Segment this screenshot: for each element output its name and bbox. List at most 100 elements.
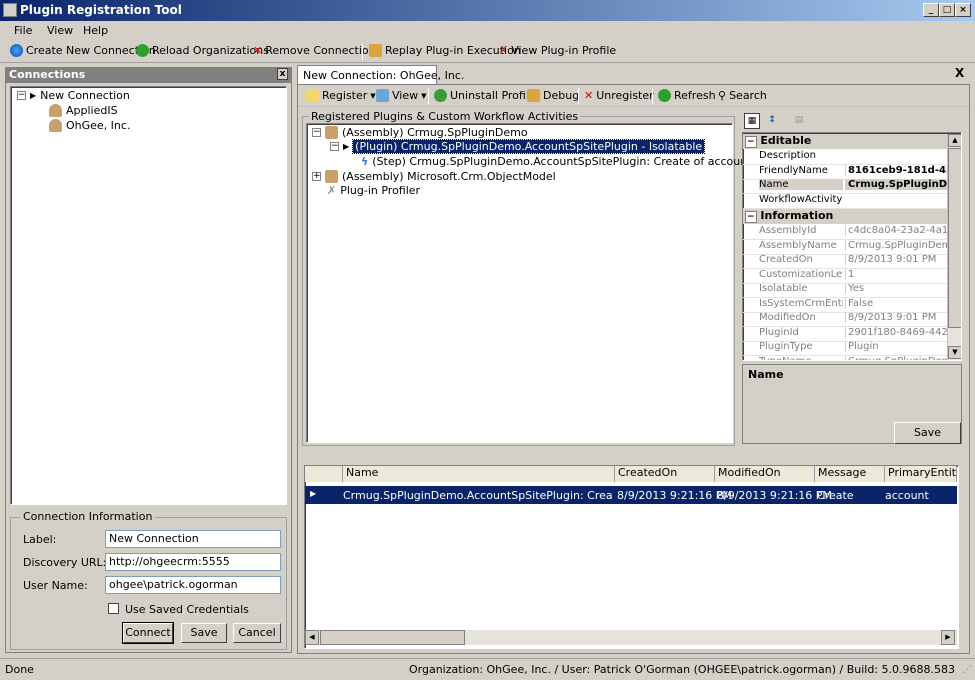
column-createdon[interactable]: CreatedOn [615,466,715,482]
property-name: ModifiedOn [759,312,816,323]
property-value[interactable]: Crmug.SpPluginDemo [845,239,947,251]
unregister-button[interactable]: ✕ Unregister [584,89,654,102]
user-name-field[interactable]: ohgee\patrick.ogorman [105,576,281,594]
debug-button[interactable]: Debug [527,89,579,102]
column-name[interactable]: Name [343,466,615,482]
close-button[interactable]: × [955,3,971,17]
property-value[interactable]: 2901f180-8469-4423-bb [845,326,947,338]
menu-bar: File View Help [0,21,975,40]
label-label: Label: [23,533,57,546]
tree-node-plugin-profiler[interactable]: ✗ Plug-in Profiler [327,184,420,197]
resize-grip-icon[interactable]: ⋰ [963,665,972,675]
column-modifiedon[interactable]: ModifiedOn [715,466,815,482]
refresh-button[interactable]: Refresh [658,89,716,102]
tree-node-new-connection[interactable]: − ▶ New Connection [17,89,130,102]
expand-icon[interactable]: + [312,172,321,181]
search-icon: ⚲ [718,89,727,102]
tree-node-plugin[interactable]: − ▶ (Plugin) Crmug.SpPluginDemo.AccountS… [330,139,706,154]
property-row[interactable]: CustomizationLevel1 [743,268,947,284]
property-row[interactable]: WorkflowActivityGr [743,194,947,209]
toolbar-separator [652,88,653,104]
tree-node-ohgee[interactable]: OhGee, Inc. [49,119,130,132]
tree-node-step[interactable]: ϟ (Step) Crmug.SpPluginDemo.AccountSpSit… [361,155,752,168]
connections-header: Connections x [6,68,291,83]
property-value[interactable]: 8/9/2013 9:01 PM [845,254,947,265]
property-value[interactable]: 1 [845,268,947,280]
property-value[interactable]: Crmug.SpPluginDemo.A [845,355,947,360]
property-row[interactable]: NameCrmug.SpPluginDem [743,179,947,194]
property-name: Isolatable [759,283,808,294]
discovery-url-field[interactable]: http://ohgeecrm:5555 [105,553,281,571]
property-row[interactable]: TypeName Crmug.SpPluginDemo.A [743,355,947,360]
property-row[interactable]: IsSystemCrmEntityFalse [743,297,947,313]
save-connection-button[interactable]: Save [181,623,227,643]
assembly-icon [325,126,338,139]
scroll-left-icon[interactable]: ◀ [305,630,319,645]
property-value[interactable]: Plugin [845,341,947,352]
property-value[interactable]: 8161ceb9-181d-43b [845,164,947,176]
menu-view[interactable]: View [47,24,73,37]
collapse-icon[interactable]: − [17,91,26,100]
grid-row-header [305,466,343,482]
minimize-button[interactable]: _ [923,3,939,17]
scroll-thumb[interactable] [948,148,961,328]
category-editable[interactable]: − Editable [743,134,947,149]
menu-file[interactable]: File [14,24,32,37]
h-scroll-thumb[interactable] [320,630,465,645]
remove-connection-button[interactable]: ✕ Remove Connection [253,44,376,57]
property-row[interactable]: PluginId 2901f180-8469-4423-bb [743,326,947,342]
property-row[interactable]: AssemblyId c4dc8a04-23a2-4a16-b [743,225,947,240]
maximize-button[interactable]: □ [939,3,955,17]
property-row[interactable]: Isolatable Yes [743,283,947,298]
register-button[interactable]: Register ▼ [306,89,376,102]
collapse-icon[interactable]: − [312,128,321,137]
saved-credentials-checkbox[interactable] [108,603,119,614]
property-value[interactable]: False [845,297,947,309]
create-connection-button[interactable]: Create New Connection [10,44,156,57]
collapse-icon[interactable]: − [745,136,757,148]
main-toolbar: Create New Connection Reload Organizatio… [0,40,975,63]
connections-close-button[interactable]: x [277,68,288,80]
uninstall-profiler-button[interactable]: Uninstall Profiler [434,89,540,102]
property-value[interactable]: c4dc8a04-23a2-4a16-b [845,225,947,236]
save-properties-button[interactable]: Save [894,422,961,444]
property-row[interactable]: AssemblyName Crmug.SpPluginDemo [743,239,947,255]
category-information[interactable]: − Information [743,209,947,224]
collapse-icon[interactable]: − [745,211,757,223]
property-name: CreatedOn [759,254,813,265]
column-message[interactable]: Message [815,466,885,482]
view-profile-button[interactable]: ✗ View Plug-in Profile [499,44,616,57]
sort-alphabetical-icon[interactable]: ↕ [764,113,780,129]
scroll-right-icon[interactable]: ▶ [941,630,955,645]
tree-node-assembly-crmug[interactable]: − (Assembly) Crmug.SpPluginDemo [312,126,528,139]
search-button[interactable]: ⚲ Search [718,89,767,102]
reload-organizations-button[interactable]: Reload Organizations [136,44,269,57]
property-value[interactable]: Yes [845,283,947,294]
tab-close-button[interactable]: X [955,66,964,80]
tree-node-assembly-microsoft[interactable]: + (Assembly) Microsoft.Crm.ObjectModel [312,170,556,183]
collapse-icon[interactable]: − [330,142,339,151]
view-dropdown-button[interactable]: View ▼ [376,89,427,102]
property-row[interactable]: CreatedOn 8/9/2013 9:01 PM [743,254,947,269]
property-scrollbar[interactable]: ▲ ▼ [947,134,961,360]
property-row[interactable]: PluginType Plugin [743,341,947,356]
label-field[interactable]: New Connection [105,530,281,548]
property-value[interactable]: Crmug.SpPluginDem [845,179,947,190]
property-row[interactable]: Description [743,150,947,165]
property-pages-icon[interactable]: ▤ [791,113,807,129]
scroll-down-icon[interactable]: ▼ [948,346,961,359]
column-primaryentity[interactable]: PrimaryEntity [885,466,957,482]
property-value[interactable]: 8/9/2013 9:01 PM [845,312,947,323]
connect-button[interactable]: Connect [122,622,174,644]
tab-new-connection[interactable]: New Connection: OhGee, Inc. [297,65,464,84]
table-row[interactable]: ▶ Crmug.SpPluginDemo.AccountSpSitePlugin… [305,486,957,504]
tree-node-appliedis[interactable]: AppliedIS [49,104,118,117]
cancel-button[interactable]: Cancel [233,623,281,643]
property-row[interactable]: ModifiedOn 8/9/2013 9:01 PM [743,312,947,327]
scroll-up-icon[interactable]: ▲ [948,134,961,147]
menu-help[interactable]: Help [83,24,108,37]
horizontal-scrollbar[interactable]: ◀ ▶ [305,630,957,645]
status-bar: Done Organization: OhGee, Inc. / User: P… [0,658,975,680]
categorized-view-icon[interactable]: ▦ [744,113,760,129]
property-row[interactable]: FriendlyName 8161ceb9-181d-43b [743,164,947,180]
